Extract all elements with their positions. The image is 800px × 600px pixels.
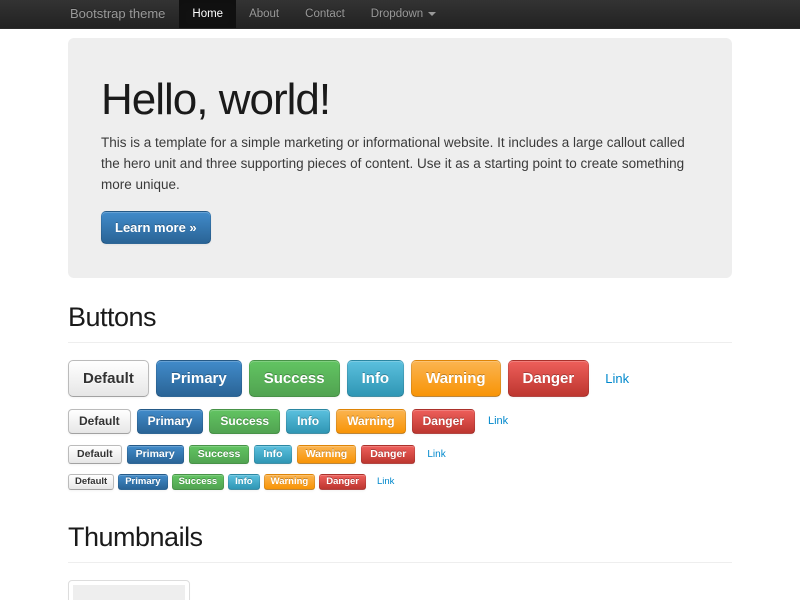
button-danger-large[interactable]: Danger	[508, 360, 590, 397]
hero-body-text: This is a template for a simple marketin…	[101, 132, 699, 195]
nav-item-contact-label: Contact	[305, 4, 345, 24]
nav-item-contact[interactable]: Contact	[292, 0, 358, 28]
button-info-small[interactable]: Info	[254, 445, 291, 464]
buttons-heading: Buttons	[68, 300, 732, 334]
button-primary-large[interactable]: Primary	[156, 360, 242, 397]
hero-title: Hello, world!	[101, 74, 699, 126]
thumbnails-heading: Thumbnails	[68, 520, 732, 554]
navbar-menu: Home About Contact Dropdown	[179, 0, 449, 28]
button-danger-small[interactable]: Danger	[361, 445, 415, 464]
button-link-small[interactable]: Link	[420, 445, 454, 464]
thumbnail-placeholder-image: 200x200	[73, 585, 185, 600]
buttons-section-header: Buttons	[68, 300, 732, 343]
button-success-large[interactable]: Success	[249, 360, 340, 397]
nav-item-about[interactable]: About	[236, 0, 292, 28]
button-default-mini[interactable]: Default	[68, 474, 114, 490]
button-default-large[interactable]: Default	[68, 360, 149, 397]
button-row-mini: Default Primary Success Info Warning Dan…	[68, 474, 732, 490]
button-primary-small[interactable]: Primary	[127, 445, 184, 464]
thumbnails-section-header: Thumbnails	[68, 520, 732, 563]
nav-item-home-label: Home	[192, 4, 223, 24]
button-primary-medium[interactable]: Primary	[137, 409, 204, 434]
nav-item-about-label: About	[249, 4, 279, 24]
hero-unit: Hello, world! This is a template for a s…	[68, 38, 732, 278]
button-link-large[interactable]: Link	[596, 360, 644, 397]
button-default-medium[interactable]: Default	[68, 409, 131, 434]
button-row-default: Default Primary Success Info Warning Dan…	[68, 409, 732, 434]
button-warning-small[interactable]: Warning	[297, 445, 357, 464]
button-warning-mini[interactable]: Warning	[264, 474, 316, 490]
button-danger-medium[interactable]: Danger	[412, 409, 475, 434]
button-warning-medium[interactable]: Warning	[336, 409, 406, 434]
thumbnail-item[interactable]: 200x200	[68, 580, 190, 600]
button-row-large: Default Primary Success Info Warning Dan…	[68, 360, 732, 397]
nav-item-home[interactable]: Home	[179, 0, 236, 28]
button-link-mini[interactable]: Link	[370, 474, 401, 490]
navbar: Bootstrap theme Home About Contact Dropd…	[0, 0, 800, 29]
nav-item-dropdown[interactable]: Dropdown	[358, 0, 449, 28]
button-success-small[interactable]: Success	[189, 445, 250, 464]
page-container: Hello, world! This is a template for a s…	[68, 29, 732, 600]
button-info-large[interactable]: Info	[347, 360, 405, 397]
button-link-medium[interactable]: Link	[481, 409, 519, 434]
button-info-medium[interactable]: Info	[286, 409, 330, 434]
navbar-brand[interactable]: Bootstrap theme	[56, 0, 179, 28]
chevron-down-icon	[428, 12, 436, 16]
button-success-medium[interactable]: Success	[209, 409, 280, 434]
nav-item-dropdown-label: Dropdown	[371, 4, 423, 24]
button-row-small: Default Primary Success Info Warning Dan…	[68, 445, 732, 464]
learn-more-button[interactable]: Learn more »	[101, 211, 211, 244]
button-success-mini[interactable]: Success	[172, 474, 225, 490]
button-danger-mini[interactable]: Danger	[319, 474, 366, 490]
button-primary-mini[interactable]: Primary	[118, 474, 167, 490]
button-default-small[interactable]: Default	[68, 445, 122, 464]
button-info-mini[interactable]: Info	[228, 474, 259, 490]
button-warning-large[interactable]: Warning	[411, 360, 500, 397]
